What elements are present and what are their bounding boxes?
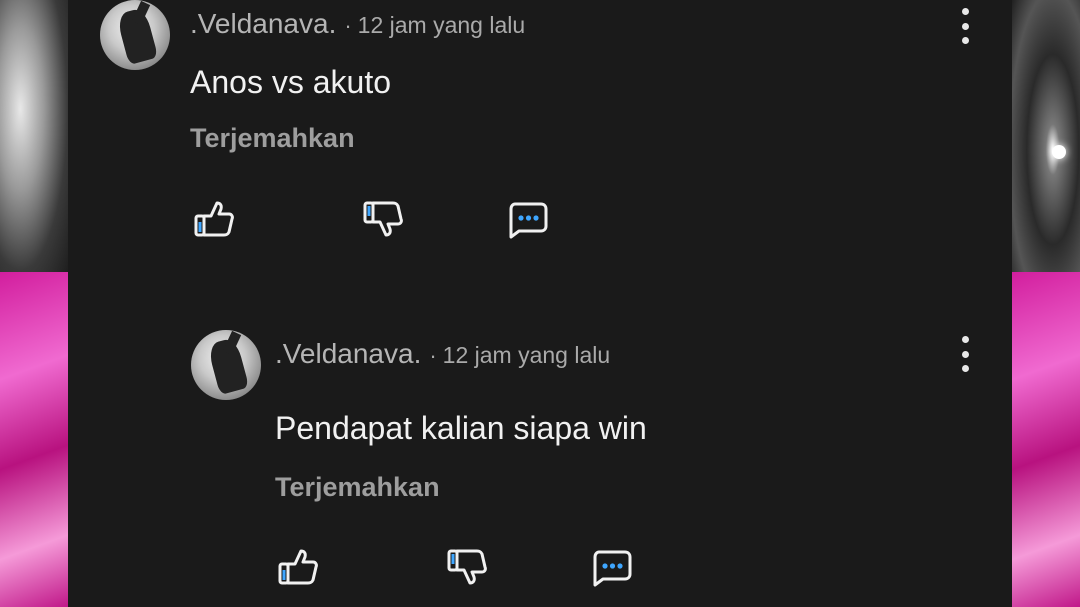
reply-comment-icon [509,202,548,239]
separator: · [344,13,352,38]
comment-header: .Veldanava. · 12 jam yang lalu [190,8,525,40]
author-name[interactable]: .Veldanava. [275,338,421,369]
comments-panel: .Veldanava. · 12 jam yang lalu Anos vs aku… [68,0,1012,607]
like-button[interactable] [275,544,321,590]
translate-button[interactable]: Terjemahkan [190,123,355,154]
reply-button[interactable] [505,196,551,242]
timestamp: 12 jam yang lalu [442,342,611,368]
background-right [1012,0,1080,607]
like-button[interactable] [191,196,237,242]
thumbs-up-icon [278,549,318,585]
timestamp: 12 jam yang lalu [357,12,526,38]
avatar[interactable] [191,330,261,400]
dislike-button[interactable] [360,196,406,242]
reply-comment-icon [593,550,632,587]
comment-text: Anos vs akuto [190,64,391,100]
thumbs-down-icon [447,549,487,585]
avatar[interactable] [100,0,170,70]
thumbs-down-icon [363,201,403,237]
reply-button[interactable] [589,544,635,590]
background-left [0,0,68,607]
thumbs-up-icon [194,201,234,237]
separator: · [429,343,437,368]
dislike-button[interactable] [444,544,490,590]
more-vertical-icon[interactable] [955,336,975,372]
more-vertical-icon[interactable] [955,8,975,44]
author-name[interactable]: .Veldanava. [190,8,336,39]
translate-button[interactable]: Terjemahkan [275,472,440,503]
comment-header: .Veldanava. · 12 jam yang lalu [275,338,610,370]
comment-text: Pendapat kalian siapa win [275,410,647,446]
